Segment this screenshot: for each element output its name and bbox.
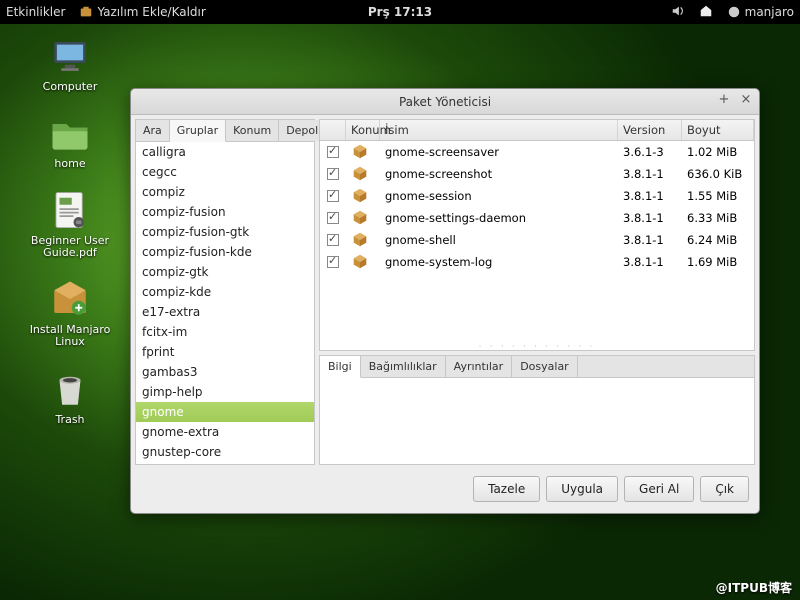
group-item[interactable]: compiz-kde [136,282,314,302]
package-size: 6.24 MiB [682,233,754,247]
volume-icon[interactable] [671,4,685,21]
package-name: gnome-system-log [380,255,618,269]
table-row[interactable]: gnome-screenshot3.8.1-1636.0 KiB [320,163,754,185]
package-name: gnome-screensaver [380,145,618,159]
package-icon [346,230,380,251]
table-row[interactable]: gnome-screensaver3.6.1-31.02 MiB [320,141,754,163]
detail-tab-deps[interactable]: Bağımlılıklar [361,356,446,377]
group-item[interactable]: compiz-fusion-gtk [136,222,314,242]
col-version[interactable]: Version [618,120,682,140]
detail-tab-details[interactable]: Ayrıntılar [446,356,513,377]
package-manager-window: Paket Yöneticisi + × Ara Gruplar Konum D… [130,88,760,514]
quit-button[interactable]: Çık [700,476,749,502]
top-bar: Etkinlikler Yazılım Ekle/Kaldır Prş 17:1… [0,0,800,24]
table-row[interactable]: gnome-session3.8.1-11.55 MiB [320,185,754,207]
group-item[interactable]: compiz [136,182,314,202]
desktop-icon-home[interactable]: home [48,111,92,170]
package-name: gnome-session [380,189,618,203]
package-icon [346,208,380,229]
package-version: 3.8.1-1 [618,167,682,181]
package-version: 3.8.1-1 [618,189,682,203]
desktop-icon-guide[interactable]: Beginner User Guide.pdf [20,188,120,259]
home-icon[interactable] [699,4,713,21]
detail-tab-files[interactable]: Dosyalar [512,356,578,377]
group-item[interactable]: compiz-gtk [136,262,314,282]
package-name: gnome-settings-daemon [380,211,618,225]
checkbox-icon[interactable] [327,256,339,268]
package-icon [346,252,380,273]
scroll-indicator: · · · · · · · · · · · [320,342,754,350]
desktop-icon-computer[interactable]: Computer [43,34,98,93]
clock[interactable]: Prş 17:13 [368,5,432,19]
package-name: gnome-shell [380,233,618,247]
active-app[interactable]: Yazılım Ekle/Kaldır [79,5,205,19]
package-size: 6.33 MiB [682,211,754,225]
group-item[interactable]: gnome-extra [136,422,314,442]
package-size: 1.02 MiB [682,145,754,159]
col-checkbox[interactable] [320,120,346,140]
left-pane: Ara Gruplar Konum Depolar calligracegccc… [135,119,315,465]
group-item[interactable]: compiz-fusion [136,202,314,222]
group-item[interactable]: gnustep-core [136,442,314,462]
undo-button[interactable]: Geri Al [624,476,694,502]
group-item[interactable]: fprint [136,342,314,362]
package-version: 3.8.1-1 [618,255,682,269]
group-item[interactable]: calligra [136,142,314,162]
tab-search[interactable]: Ara [136,120,170,141]
checkbox-icon[interactable] [327,168,339,180]
package-table[interactable]: Konum İsim Version Boyut gnome-screensav… [319,119,755,351]
desktop-icon-install[interactable]: Install Manjaro Linux [20,277,120,348]
maximize-button[interactable]: + [717,93,731,107]
apply-button[interactable]: Uygula [546,476,618,502]
group-list[interactable]: calligracegcccompizcompiz-fusioncompiz-f… [136,142,314,464]
package-version: 3.8.1-1 [618,211,682,225]
checkbox-icon[interactable] [327,234,339,246]
table-row[interactable]: gnome-shell3.8.1-16.24 MiB [320,229,754,251]
checkbox-icon[interactable] [327,146,339,158]
button-bar: Tazele Uygula Geri Al Çık [135,469,755,509]
close-button[interactable]: × [739,93,753,107]
col-location[interactable]: Konum [346,120,380,140]
package-size: 636.0 KiB [682,167,754,181]
group-item[interactable]: compiz-fusion-kde [136,242,314,262]
group-item[interactable]: cegcc [136,162,314,182]
activities-button[interactable]: Etkinlikler [6,5,65,19]
desktop-icon-trash[interactable]: Trash [48,367,92,426]
checkbox-icon[interactable] [327,190,339,202]
package-version: 3.8.1-1 [618,233,682,247]
detail-tab-info[interactable]: Bilgi [320,356,361,378]
col-name[interactable]: İsim [380,120,618,140]
refresh-button[interactable]: Tazele [473,476,540,502]
package-size: 1.69 MiB [682,255,754,269]
package-icon [346,164,380,185]
col-size[interactable]: Boyut [682,120,754,140]
package-version: 3.6.1-3 [618,145,682,159]
group-item[interactable]: fcitx-im [136,322,314,342]
package-name: gnome-screenshot [380,167,618,181]
table-row[interactable]: gnome-system-log3.8.1-11.69 MiB [320,251,754,273]
tab-groups[interactable]: Gruplar [170,120,226,142]
package-size: 1.55 MiB [682,189,754,203]
group-item[interactable]: gnome [136,402,314,422]
group-item[interactable]: gimp-help [136,382,314,402]
tab-location[interactable]: Konum [226,120,279,141]
window-title: Paket Yöneticisi [399,95,491,109]
user-menu[interactable]: manjaro [727,5,794,19]
checkbox-icon[interactable] [327,212,339,224]
package-icon [346,186,380,207]
table-row[interactable]: gnome-settings-daemon3.8.1-16.33 MiB [320,207,754,229]
detail-pane: Bilgi Bağımlılıklar Ayrıntılar Dosyalar [319,355,755,465]
package-icon [346,142,380,163]
source-tabs: Ara Gruplar Konum Depolar [136,120,314,142]
group-item[interactable]: e17-extra [136,302,314,322]
titlebar[interactable]: Paket Yöneticisi + × [131,89,759,115]
detail-body [320,378,754,464]
desktop-icons: Computer home Beginner User Guide.pdf In… [20,34,120,426]
watermark: @ITPUB博客 [716,579,792,596]
group-item[interactable]: gambas3 [136,362,314,382]
